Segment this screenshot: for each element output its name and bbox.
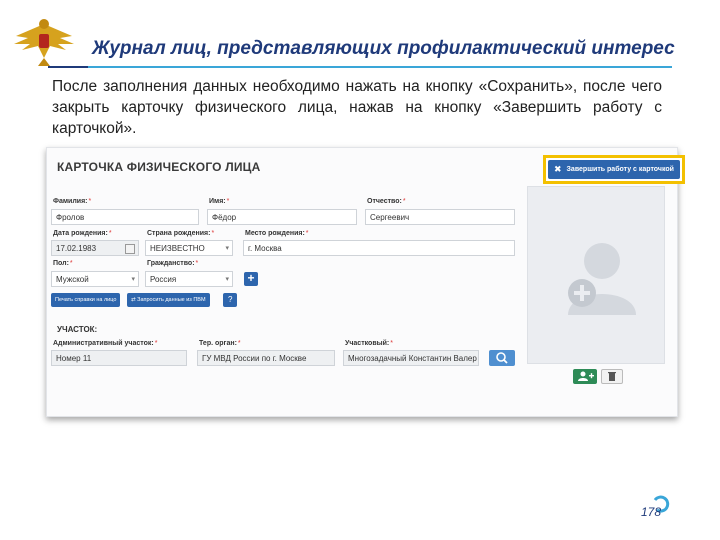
ter-organ-field[interactable]: ГУ МВД России по г. Москве <box>197 350 335 366</box>
officer-search-button[interactable] <box>489 350 515 366</box>
district-section-title: УЧАСТОК: <box>57 325 98 334</box>
name-label: Имя:* <box>209 198 230 205</box>
add-citizenship-button[interactable]: + <box>244 272 258 286</box>
birth-date-field[interactable]: 17.02.1983 <box>51 240 139 256</box>
officer-field[interactable]: Многозадачный Константин Валер <box>343 350 479 366</box>
finish-card-button[interactable]: ✖ Завершить работу с карточкой <box>548 160 680 179</box>
surname-field[interactable]: Фролов <box>51 209 199 225</box>
search-icon <box>496 352 508 364</box>
citizenship-label: Гражданство:* <box>147 260 199 267</box>
photo-area <box>527 186 665 364</box>
calendar-icon[interactable] <box>125 244 135 254</box>
person-card-screenshot: КАРТОЧКА ФИЗИЧЕСКОГО ЛИЦА ✖ Завершить ра… <box>46 147 685 417</box>
patronymic-label: Отчество:* <box>367 198 406 205</box>
chevron-down-icon: ▾ <box>225 245 229 252</box>
trash-icon <box>608 372 616 381</box>
add-photo-button[interactable] <box>573 369 597 384</box>
slide-title: Журнал лиц, представляющих профилактичес… <box>92 38 675 59</box>
emblem-icon <box>14 19 74 66</box>
title-underline-accent <box>48 66 88 68</box>
citizenship-select[interactable]: Россия ▾ <box>145 271 233 287</box>
finish-button-highlight: ✖ Завершить работу с карточкой <box>543 155 685 184</box>
help-button[interactable]: ? <box>223 293 238 307</box>
admin-district-field[interactable]: Номер 11 <box>51 350 187 366</box>
birth-date-label: Дата рождения:* <box>53 230 112 237</box>
birth-place-label: Место рождения:* <box>245 230 309 237</box>
add-photo-icon <box>578 371 594 381</box>
surname-label: Фамилия:* <box>53 198 92 205</box>
finish-card-button-label: Завершить работу с карточкой <box>566 166 674 173</box>
close-icon: ✖ <box>554 164 562 174</box>
print-certificate-button[interactable]: Печать справки на лицо <box>51 293 121 307</box>
avatar-placeholder-icon <box>568 243 636 315</box>
ter-organ-label: Тер. орган:* <box>199 340 241 347</box>
title-underline <box>48 66 672 68</box>
chevron-down-icon: ▾ <box>225 276 229 283</box>
patronymic-field[interactable]: Сергеевич <box>365 209 515 225</box>
birth-place-field[interactable]: г. Москва <box>243 240 515 256</box>
admin-district-label: Административный участок:* <box>53 340 158 347</box>
officer-label: Участковый:* <box>345 340 393 347</box>
sex-label: Пол:* <box>53 260 73 267</box>
birth-country-select[interactable]: НЕИЗВЕСТНО ▾ <box>145 240 233 256</box>
intro-text: После заполнения данных необходимо нажат… <box>52 78 662 137</box>
chevron-down-icon: ▾ <box>131 276 135 283</box>
sex-select[interactable]: Мужской ▾ <box>51 271 139 287</box>
birth-country-label: Страна рождения:* <box>147 230 215 237</box>
page-number: 178 <box>641 505 662 519</box>
request-pvm-button[interactable]: ⇄ Запросить данные из ПВМ <box>127 293 210 307</box>
delete-photo-button[interactable] <box>601 369 623 384</box>
card-title: КАРТОЧКА ФИЗИЧЕСКОГО ЛИЦА <box>57 160 261 174</box>
name-field[interactable]: Фёдор <box>207 209 357 225</box>
